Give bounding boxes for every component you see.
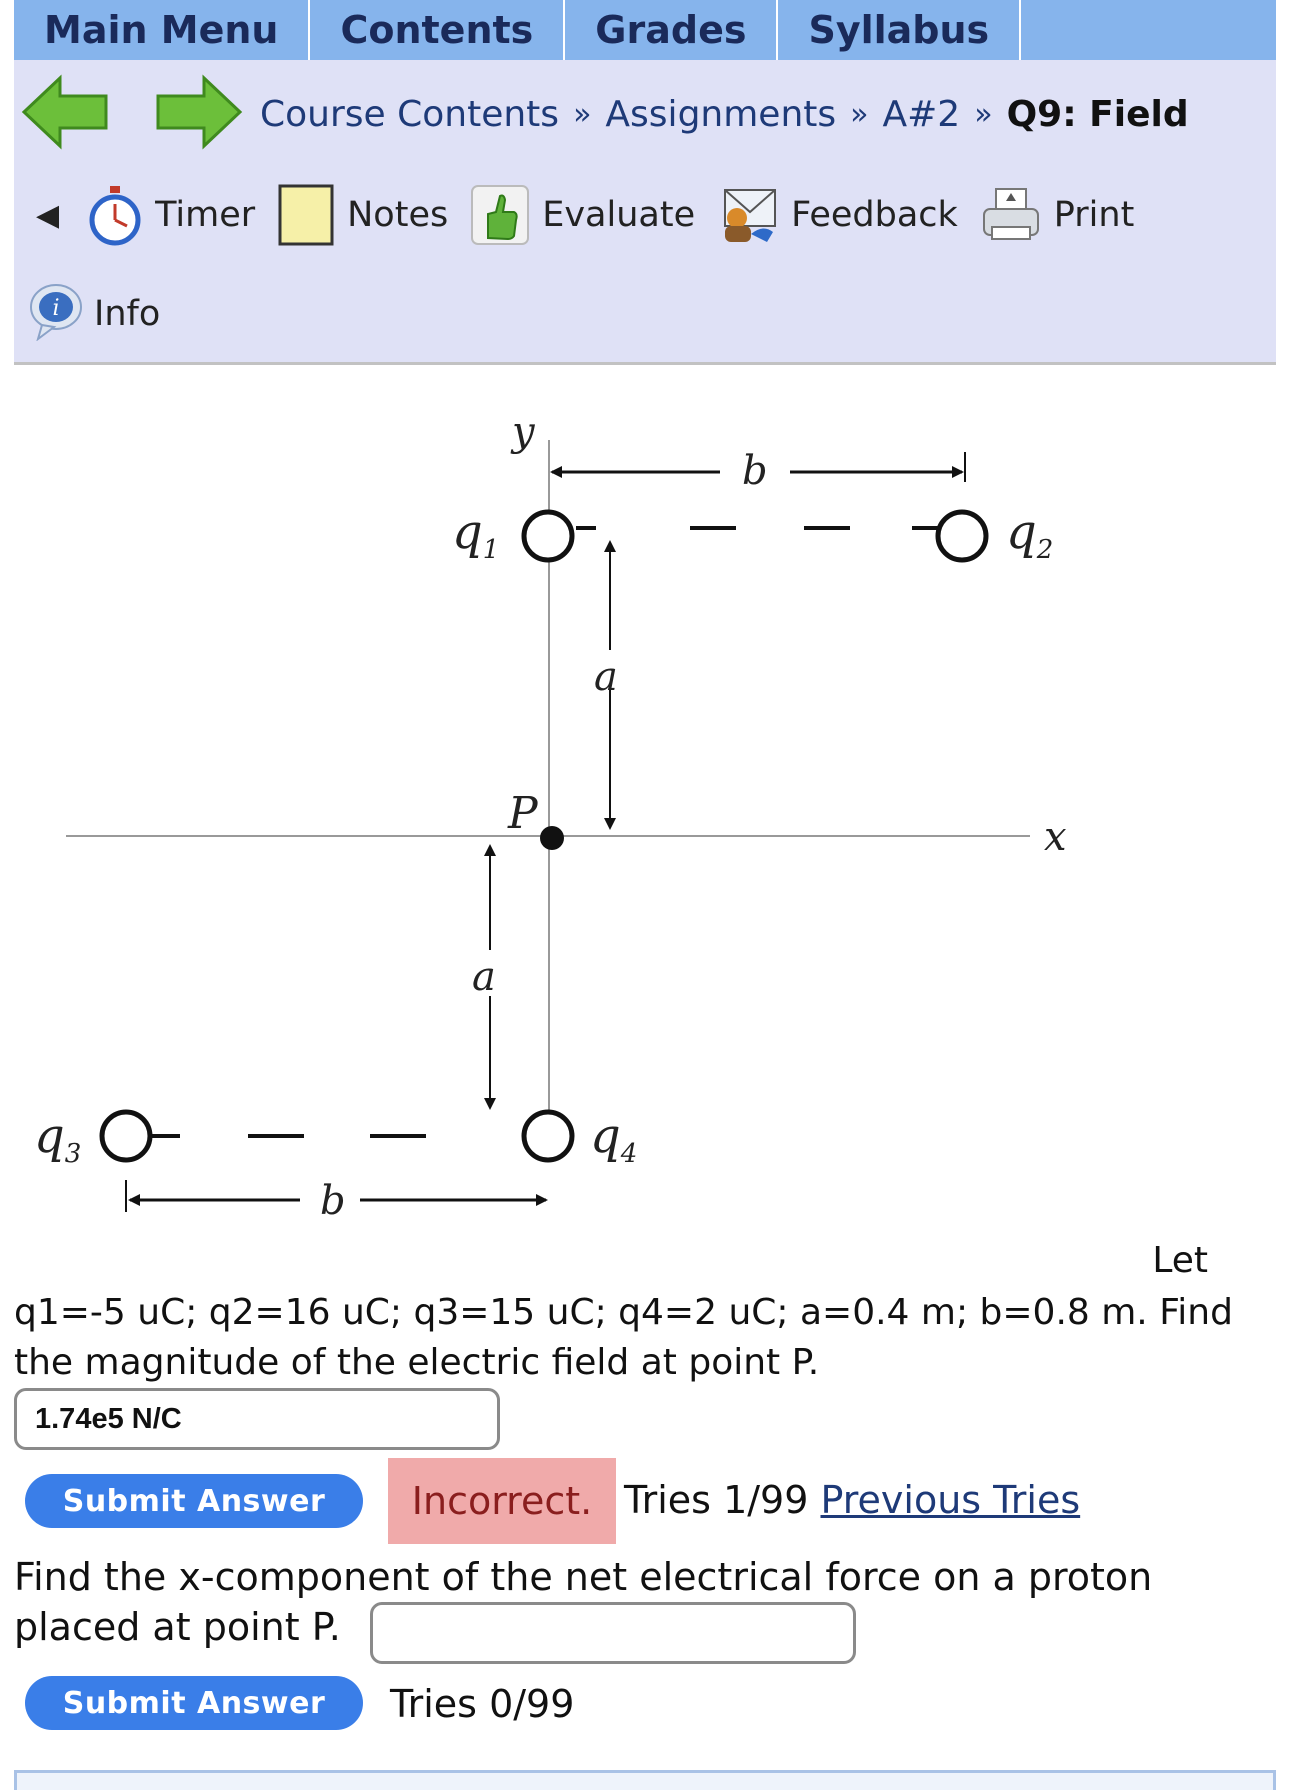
collapse-toolbar-icon[interactable]: ◀ [36,198,59,233]
question2-answer-input[interactable] [370,1602,856,1664]
a-top-label: a [594,654,618,700]
feedback-icon [717,184,779,246]
b-top-label: b [742,448,768,494]
tab-syllabus[interactable]: Syllabus [778,0,1022,60]
breadcrumb: Course Contents » Assignments » A#2 » Q9… [260,86,1189,142]
notes-tool[interactable]: Notes [277,183,448,247]
q4-label: q4 [590,1108,637,1169]
back-arrow-icon[interactable] [20,74,110,154]
question1-let: Let [1152,1240,1208,1281]
tab-grades[interactable]: Grades [565,0,779,60]
question1-submit-button[interactable]: Submit Answer [25,1474,363,1528]
question2-tries-count: Tries 0/99 [390,1682,575,1726]
question1-status-badge: Incorrect. [388,1458,616,1544]
svg-text:i: i [52,296,59,321]
navigation-panel: Course Contents » Assignments » A#2 » Q9… [14,60,1276,365]
point-p-label: P [507,788,539,839]
a-bottom-label: a [472,954,496,1000]
point-p [540,826,564,850]
question1-text: q1=-5 uC; q2=16 uC; q3=15 uC; q4=2 uC; a… [14,1292,1233,1383]
q2-label: q2 [1006,504,1053,565]
breadcrumb-course-contents[interactable]: Course Contents [260,94,559,135]
charge-diagram: y x b q1 q2 a P a q3 q4 b [0,400,1290,1260]
x-axis-label: x [1044,814,1067,860]
thumbs-up-icon [470,184,530,246]
charge-q4 [521,1109,575,1163]
info-icon: i [28,279,84,350]
tab-main-menu[interactable]: Main Menu [14,0,311,60]
evaluate-tool[interactable]: Evaluate [470,184,695,246]
tool-bar: ◀ Timer Notes Evaluate Feedback Print [36,180,1156,250]
main-tab-bar: Main Menu Contents Grades Syllabus [14,0,1276,60]
question1-tries: Tries 1/99 Previous Tries [624,1478,1080,1522]
charge-q1 [521,509,575,563]
timer-label: Timer [155,195,256,235]
breadcrumb-assignment[interactable]: A#2 [883,94,961,135]
charge-q3 [99,1109,153,1163]
stopwatch-icon [87,184,143,246]
question1-tries-count: Tries 1/99 [624,1478,809,1522]
breadcrumb-current: Q9: Field [1006,93,1189,135]
notes-label: Notes [347,195,449,235]
timer-tool[interactable]: Timer [87,184,255,246]
b-bottom-label: b [320,1178,346,1224]
previous-tries-link[interactable]: Previous Tries [821,1478,1081,1522]
question2-submit-button[interactable]: Submit Answer [25,1676,363,1730]
next-section-edge [14,1770,1276,1790]
tab-contents[interactable]: Contents [310,0,566,60]
info-label: Info [94,294,161,334]
feedback-tool[interactable]: Feedback [717,184,958,246]
printer-icon [980,185,1042,245]
charge-q2 [935,509,989,563]
y-axis-label: y [510,409,536,455]
breadcrumb-separator: » [850,96,869,132]
breadcrumb-assignments[interactable]: Assignments [605,94,836,135]
print-label: Print [1053,195,1135,235]
question1-answer-input[interactable]: 1.74e5 N/C [14,1388,500,1450]
notes-icon [277,183,335,247]
q3-label: q3 [34,1108,81,1169]
breadcrumb-separator: » [974,96,993,132]
forward-arrow-icon[interactable] [154,74,244,154]
print-tool[interactable]: Print [980,185,1135,245]
feedback-label: Feedback [791,195,958,235]
q1-label: q1 [452,504,499,565]
info-tool[interactable]: i Info [28,282,160,346]
breadcrumb-separator: » [573,96,592,132]
question2-text-line1: Find the x-component of the net electric… [14,1555,1153,1599]
evaluate-label: Evaluate [542,195,696,235]
